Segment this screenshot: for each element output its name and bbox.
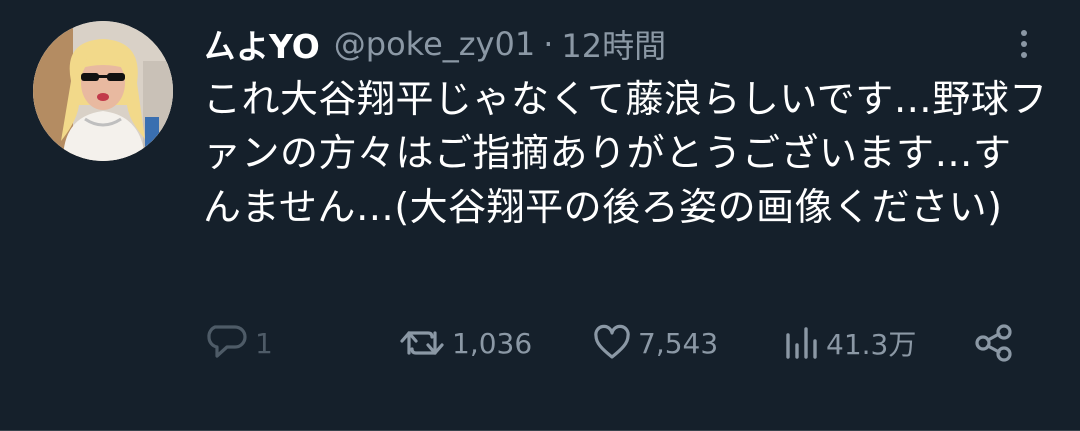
- views-count: 41.3万: [826, 328, 917, 361]
- tweet-actions: 1 1,036 7,543 41.3万: [0, 318, 1080, 368]
- tweet-text: これ大谷翔平じゃなくて藤浪らしいです…野球ファンの方々はご指摘ありがとうございま…: [203, 77, 1048, 229]
- tweet[interactable]: ㄙよYO @poke_zy01 · 12時間 これ大谷翔平じゃなくて藤浪らしいで…: [0, 0, 1080, 431]
- reply-icon: [207, 325, 247, 358]
- retweet-icon: [400, 331, 444, 355]
- retweet-count: 1,036: [452, 326, 533, 360]
- reply-count: 1: [255, 326, 273, 360]
- separator-dot: ·: [543, 25, 554, 63]
- like-count: 7,543: [638, 326, 719, 360]
- reply-button[interactable]: 1: [205, 318, 273, 368]
- retweet-button[interactable]: 1,036: [398, 318, 532, 368]
- display-name[interactable]: ㄙよYO: [203, 20, 320, 68]
- avatar[interactable]: [33, 21, 173, 161]
- like-button[interactable]: 7,543: [592, 318, 718, 368]
- share-icon: [975, 324, 1012, 362]
- heart-icon: [594, 324, 630, 359]
- user-handle[interactable]: @poke_zy01: [334, 25, 535, 63]
- views-button[interactable]: 41.3万: [784, 318, 916, 368]
- tweet-header: ㄙよYO @poke_zy01 · 12時間: [203, 22, 666, 66]
- views-icon: [786, 327, 817, 359]
- share-button[interactable]: [972, 318, 1016, 368]
- avatar-image: [33, 21, 173, 161]
- more-vertical-icon[interactable]: [1014, 24, 1034, 64]
- timestamp[interactable]: 12時間: [561, 21, 666, 67]
